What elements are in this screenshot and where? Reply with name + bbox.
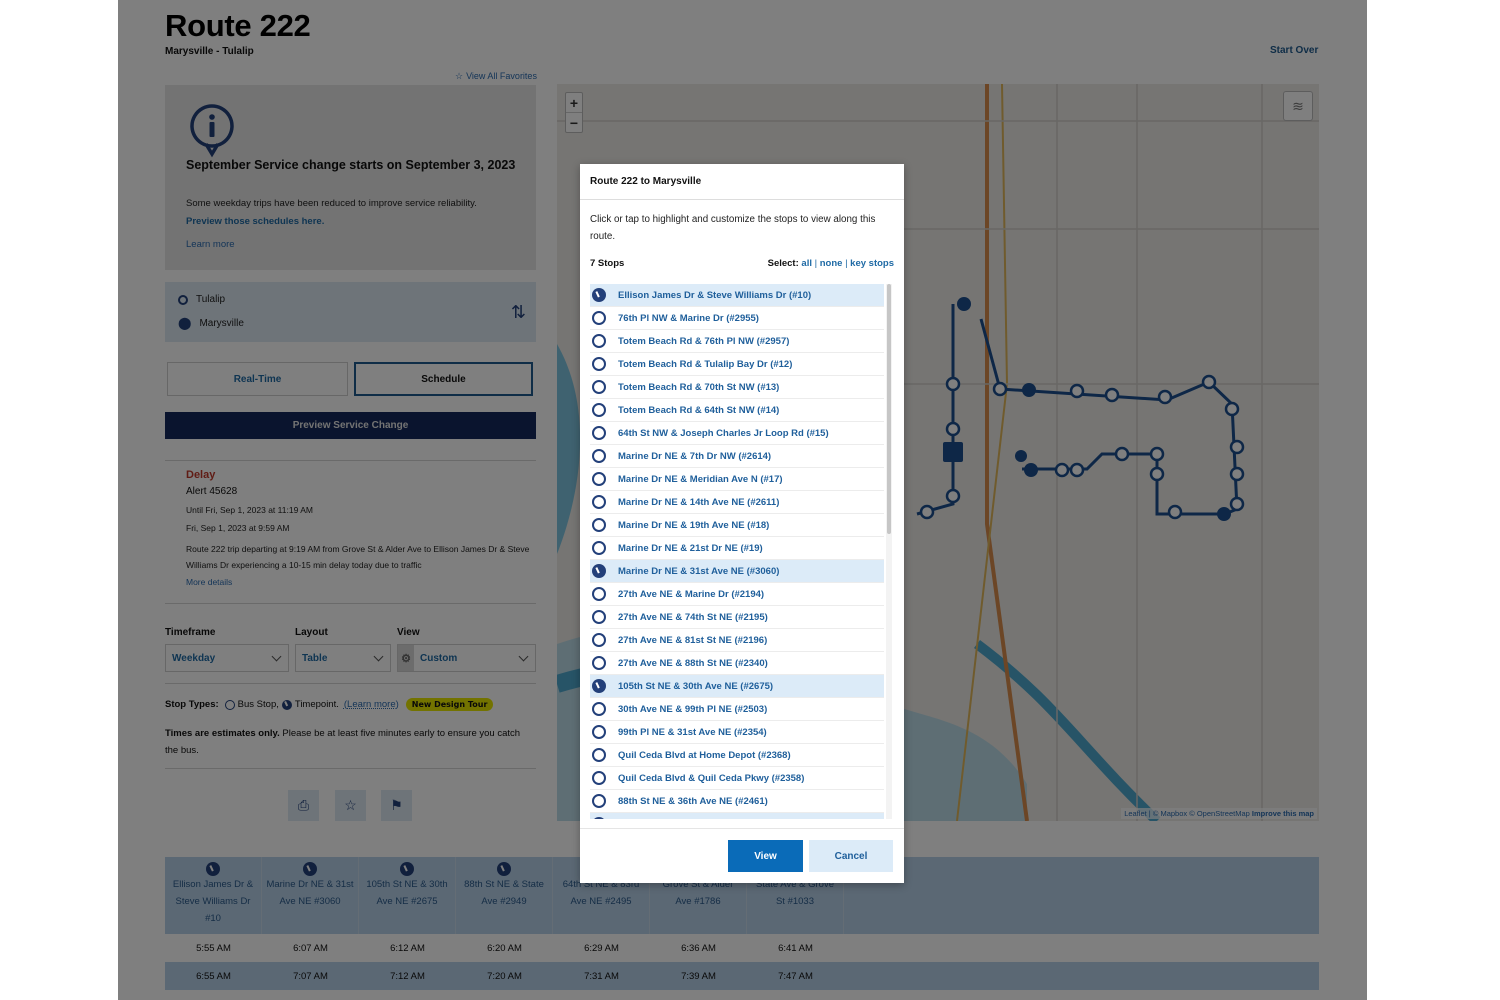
timepoint-icon — [592, 288, 606, 302]
bus-stop-icon — [592, 633, 606, 647]
stop-name: 99th Pl NE & 31st Ave NE (#2354) — [618, 726, 767, 738]
stop-name: Marine Dr NE & Meridian Ave N (#17) — [618, 473, 783, 485]
view-button[interactable]: View — [728, 840, 803, 872]
timepoint-icon — [592, 564, 606, 578]
stop-name: Totem Beach Rd & 76th Pl NW (#2957) — [618, 335, 790, 347]
stop-list-item[interactable] — [590, 813, 884, 819]
stop-list-item[interactable]: Totem Beach Rd & 76th Pl NW (#2957) — [590, 330, 884, 353]
stop-name: Totem Beach Rd & 70th St NW (#13) — [618, 381, 780, 393]
stop-name: 105th St NE & 30th Ave NE (#2675) — [618, 680, 774, 692]
stop-name: Marine Dr NE & 14th Ave NE (#2611) — [618, 496, 780, 508]
stop-name: Quil Ceda Blvd at Home Depot (#2368) — [618, 749, 791, 761]
stop-count-row: 7 Stops Select: all | none | key stops — [590, 258, 894, 269]
stop-list-scrollbar[interactable] — [886, 284, 892, 819]
bus-stop-icon — [592, 587, 606, 601]
stop-list-item[interactable]: Quil Ceda Blvd & Quil Ceda Pkwy (#2358) — [590, 767, 884, 790]
stop-name: 30th Ave NE & 99th Pl NE (#2503) — [618, 703, 768, 715]
bus-stop-icon — [592, 518, 606, 532]
bus-stop-icon — [592, 771, 606, 785]
stop-name: Quil Ceda Blvd & Quil Ceda Pkwy (#2358) — [618, 772, 805, 784]
cancel-button[interactable]: Cancel — [809, 840, 893, 872]
bus-stop-icon — [592, 748, 606, 762]
bus-stop-icon — [592, 610, 606, 624]
stop-list-item[interactable]: 27th Ave NE & 81st St NE (#2196) — [590, 629, 884, 652]
stop-list-item[interactable]: Quil Ceda Blvd at Home Depot (#2368) — [590, 744, 884, 767]
stop-list-item[interactable]: 27th Ave NE & 88th St NE (#2340) — [590, 652, 884, 675]
stop-name: Marine Dr NE & 21st Dr NE (#19) — [618, 542, 763, 554]
stop-name: 27th Ave NE & 81st St NE (#2196) — [618, 634, 768, 646]
stop-name: Marine Dr NE & 7th Dr NW (#2614) — [618, 450, 772, 462]
stop-list-item[interactable]: 27th Ave NE & Marine Dr (#2194) — [590, 583, 884, 606]
stop-list-item[interactable]: Marine Dr NE & 31st Ave NE (#3060) — [590, 560, 884, 583]
select-key-stops-link[interactable]: key stops — [850, 258, 894, 269]
timepoint-icon — [592, 817, 606, 819]
select-all-link[interactable]: all — [801, 258, 812, 269]
bus-stop-icon — [592, 357, 606, 371]
stop-name: 64th St NW & Joseph Charles Jr Loop Rd (… — [618, 427, 829, 439]
stop-list-item[interactable]: Marine Dr NE & 21st Dr NE (#19) — [590, 537, 884, 560]
bus-stop-icon — [592, 495, 606, 509]
stop-name: 88th St NE & 36th Ave NE (#2461) — [618, 795, 768, 807]
stop-list-item[interactable]: Marine Dr NE & 14th Ave NE (#2611) — [590, 491, 884, 514]
bus-stop-icon — [592, 702, 606, 716]
dialog-footer: View Cancel — [580, 828, 904, 883]
stop-list-item[interactable]: Ellison James Dr & Steve Williams Dr (#1… — [590, 284, 884, 307]
bus-stop-icon — [592, 794, 606, 808]
select-label: Select: — [767, 258, 799, 269]
stop-list: Ellison James Dr & Steve Williams Dr (#1… — [590, 284, 884, 819]
stop-list-item[interactable]: Marine Dr NE & 19th Ave NE (#18) — [590, 514, 884, 537]
stop-list-item[interactable]: 27th Ave NE & 74th St NE (#2195) — [590, 606, 884, 629]
stop-name: Ellison James Dr & Steve Williams Dr (#1… — [618, 289, 812, 301]
stop-name: 27th Ave NE & Marine Dr (#2194) — [618, 588, 765, 600]
stop-name: 27th Ave NE & 88th St NE (#2340) — [618, 657, 768, 669]
scrollbar-thumb[interactable] — [887, 284, 891, 534]
stop-name: 27th Ave NE & 74th St NE (#2195) — [618, 611, 768, 623]
bus-stop-icon — [592, 725, 606, 739]
stop-name: Totem Beach Rd & Tulalip Bay Dr (#12) — [618, 358, 793, 370]
bus-stop-icon — [592, 472, 606, 486]
bus-stop-icon — [592, 403, 606, 417]
stop-list-item[interactable]: 88th St NE & 36th Ave NE (#2461) — [590, 790, 884, 813]
bus-stop-icon — [592, 311, 606, 325]
stop-count: 7 Stops — [590, 258, 625, 269]
bus-stop-icon — [592, 449, 606, 463]
select-none-link[interactable]: none — [820, 258, 843, 269]
stop-name: Marine Dr NE & 31st Ave NE (#3060) — [618, 565, 780, 577]
stop-list-item[interactable]: Marine Dr NE & 7th Dr NW (#2614) — [590, 445, 884, 468]
bus-stop-icon — [592, 541, 606, 555]
bus-stop-icon — [592, 656, 606, 670]
stop-name: Marine Dr NE & 19th Ave NE (#18) — [618, 519, 770, 531]
select-options: Select: all | none | key stops — [767, 258, 894, 269]
stop-name: 76th Pl NW & Marine Dr (#2955) — [618, 312, 759, 324]
stop-list-item[interactable]: Marine Dr NE & Meridian Ave N (#17) — [590, 468, 884, 491]
stop-list-item[interactable]: Totem Beach Rd & Tulalip Bay Dr (#12) — [590, 353, 884, 376]
stop-list-item[interactable]: 76th Pl NW & Marine Dr (#2955) — [590, 307, 884, 330]
stop-list-item[interactable]: Totem Beach Rd & 64th St NW (#14) — [590, 399, 884, 422]
stop-list-item[interactable]: 64th St NW & Joseph Charles Jr Loop Rd (… — [590, 422, 884, 445]
customize-stops-dialog: Route 222 to Marysville Click or tap to … — [580, 164, 904, 883]
stop-list-item[interactable]: 105th St NE & 30th Ave NE (#2675) — [590, 675, 884, 698]
stop-name: Totem Beach Rd & 64th St NW (#14) — [618, 404, 780, 416]
stop-list-item[interactable]: 99th Pl NE & 31st Ave NE (#2354) — [590, 721, 884, 744]
dialog-title: Route 222 to Marysville — [580, 164, 904, 200]
dialog-intro: Click or tap to highlight and customize … — [590, 214, 876, 242]
bus-stop-icon — [592, 380, 606, 394]
bus-stop-icon — [592, 426, 606, 440]
timepoint-icon — [592, 679, 606, 693]
stop-list-item[interactable]: Totem Beach Rd & 70th St NW (#13) — [590, 376, 884, 399]
stop-list-item[interactable]: 30th Ave NE & 99th Pl NE (#2503) — [590, 698, 884, 721]
bus-stop-icon — [592, 334, 606, 348]
